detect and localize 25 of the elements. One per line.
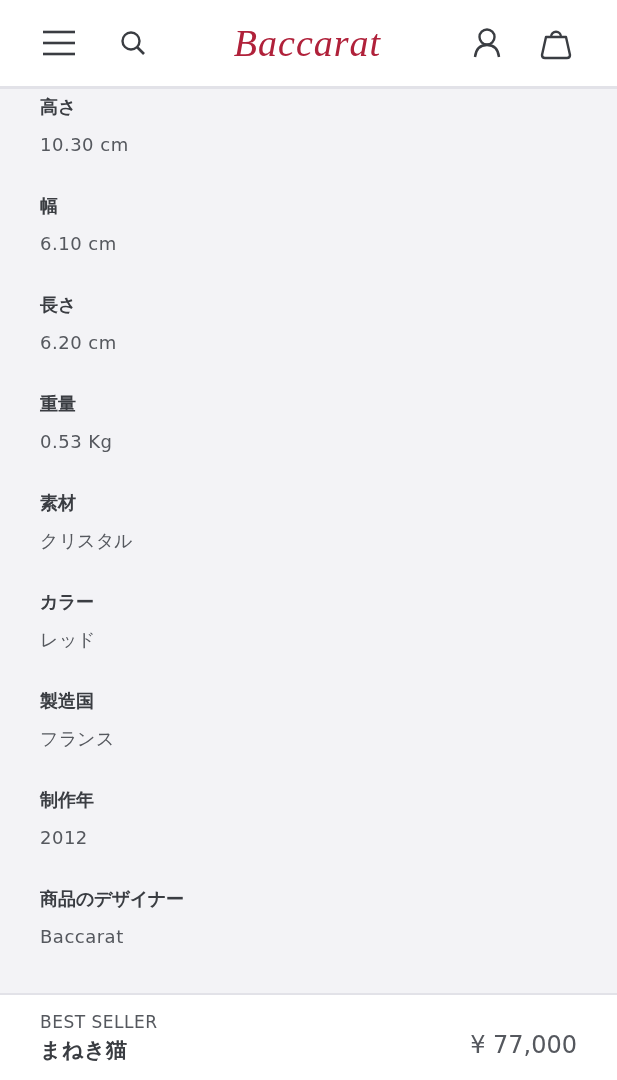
- spec-value: 10.30 cm: [40, 133, 130, 157]
- spec-label: 幅: [40, 194, 59, 218]
- spec-label: 高さ: [40, 95, 77, 119]
- spec-label: 重量: [40, 392, 77, 416]
- search-icon[interactable]: [120, 30, 146, 56]
- product-price: ¥ 77,000: [470, 1030, 577, 1059]
- spec-label: カラー: [40, 590, 95, 614]
- brand-logo[interactable]: Baccarat: [233, 21, 382, 65]
- spec-label: 製造国: [40, 689, 95, 713]
- spec-value: クリスタル: [40, 529, 134, 553]
- spec-value: レッド: [40, 628, 97, 652]
- product-name: まねき猫: [40, 1036, 128, 1064]
- spec-label: 制作年: [40, 788, 95, 812]
- spec-label: 素材: [40, 491, 77, 515]
- account-icon[interactable]: [473, 28, 501, 58]
- spec-value: 2012: [40, 826, 89, 850]
- spec-value: フランス: [40, 727, 115, 751]
- spec-value: 6.20 cm: [40, 331, 118, 355]
- spec-label: 長さ: [40, 293, 77, 317]
- menu-icon[interactable]: [42, 30, 76, 56]
- spec-label: 商品のデザイナー: [40, 887, 185, 911]
- best-seller-label: BEST SELLER: [40, 1011, 158, 1032]
- spec-value: Baccarat: [40, 925, 125, 949]
- spec-value: 0.53 Kg: [40, 430, 114, 454]
- spec-value: 6.10 cm: [40, 232, 118, 256]
